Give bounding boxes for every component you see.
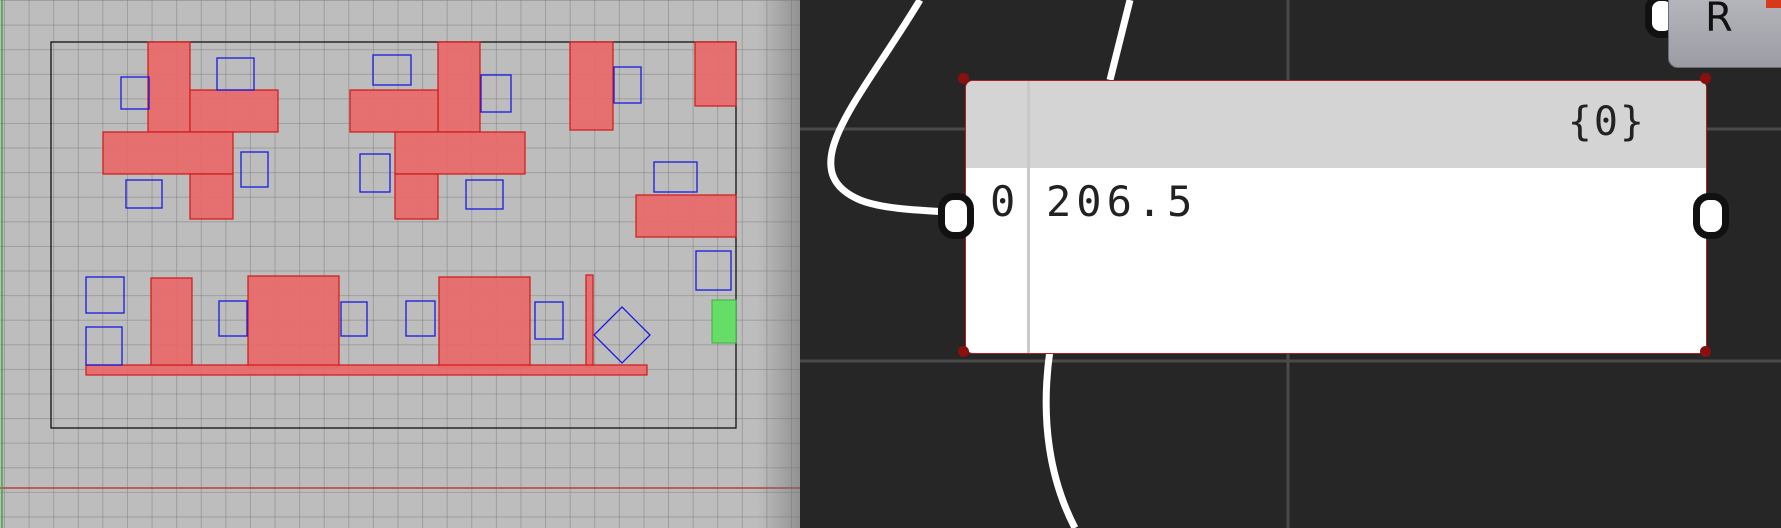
opening-box[interactable]	[240, 151, 269, 188]
furniture-block[interactable]	[85, 364, 648, 376]
output-grip[interactable]	[1693, 193, 1729, 239]
input-grip[interactable]	[938, 193, 974, 239]
furniture-block[interactable]	[189, 173, 234, 220]
furniture-block[interactable]	[247, 275, 340, 369]
furniture-block[interactable]	[394, 173, 439, 220]
panel-corner-marker	[958, 346, 969, 357]
warning-indicator	[1766, 0, 1781, 8]
output-wire[interactable]	[1042, 349, 1079, 528]
furniture-block[interactable]	[150, 277, 193, 367]
panel-corner-marker	[1700, 346, 1711, 357]
panel-component[interactable]: {0} 0 206.5	[965, 80, 1707, 354]
opening-box[interactable]	[120, 76, 150, 110]
opening-box[interactable]	[216, 57, 255, 91]
opening-box[interactable]	[218, 300, 248, 337]
selected-object[interactable]	[711, 299, 737, 344]
opening-box[interactable]	[340, 301, 368, 337]
furniture-block[interactable]	[394, 131, 526, 175]
furniture-group	[85, 41, 737, 376]
data-path-label: {0}	[1567, 99, 1646, 145]
furniture-block[interactable]	[585, 274, 594, 368]
row-value: 206.5	[1046, 177, 1198, 226]
furniture-block[interactable]	[437, 41, 481, 133]
opening-box[interactable]	[125, 179, 163, 209]
r-component-node[interactable]: R	[1668, 0, 1781, 68]
rhino-viewport[interactable]	[0, 0, 800, 528]
opening-box[interactable]	[465, 179, 504, 210]
opening-box[interactable]	[405, 300, 436, 337]
furniture-block[interactable]	[569, 41, 614, 131]
panel-index-divider	[1027, 81, 1030, 353]
input-wire[interactable]	[827, 0, 951, 216]
furniture-block[interactable]	[102, 131, 234, 175]
panel-corner-marker	[958, 73, 969, 84]
opening-box[interactable]	[359, 153, 391, 193]
furniture-block[interactable]	[694, 41, 737, 107]
opening-box[interactable]	[480, 74, 512, 113]
furniture-block[interactable]	[147, 41, 191, 133]
opening-box[interactable]	[534, 301, 564, 340]
wire[interactable]	[1106, 0, 1134, 81]
panel-corner-marker	[1700, 73, 1711, 84]
opening-box[interactable]	[613, 66, 642, 104]
opening-box[interactable]	[695, 250, 732, 291]
viewport-drawing	[0, 0, 800, 528]
opening-box[interactable]	[653, 161, 698, 193]
grasshopper-canvas[interactable]: {0} 0 206.5 R	[800, 0, 1781, 528]
furniture-block[interactable]	[635, 194, 737, 238]
opening-box[interactable]	[372, 54, 412, 86]
opening-box[interactable]	[85, 326, 123, 366]
opening-box[interactable]	[85, 276, 125, 314]
furniture-block[interactable]	[349, 89, 439, 133]
furniture-block[interactable]	[438, 276, 531, 369]
r-component-label: R	[1705, 0, 1733, 41]
furniture-block[interactable]	[189, 89, 279, 133]
row-index: 0	[990, 177, 1016, 226]
rotated-opening[interactable]	[593, 306, 651, 364]
